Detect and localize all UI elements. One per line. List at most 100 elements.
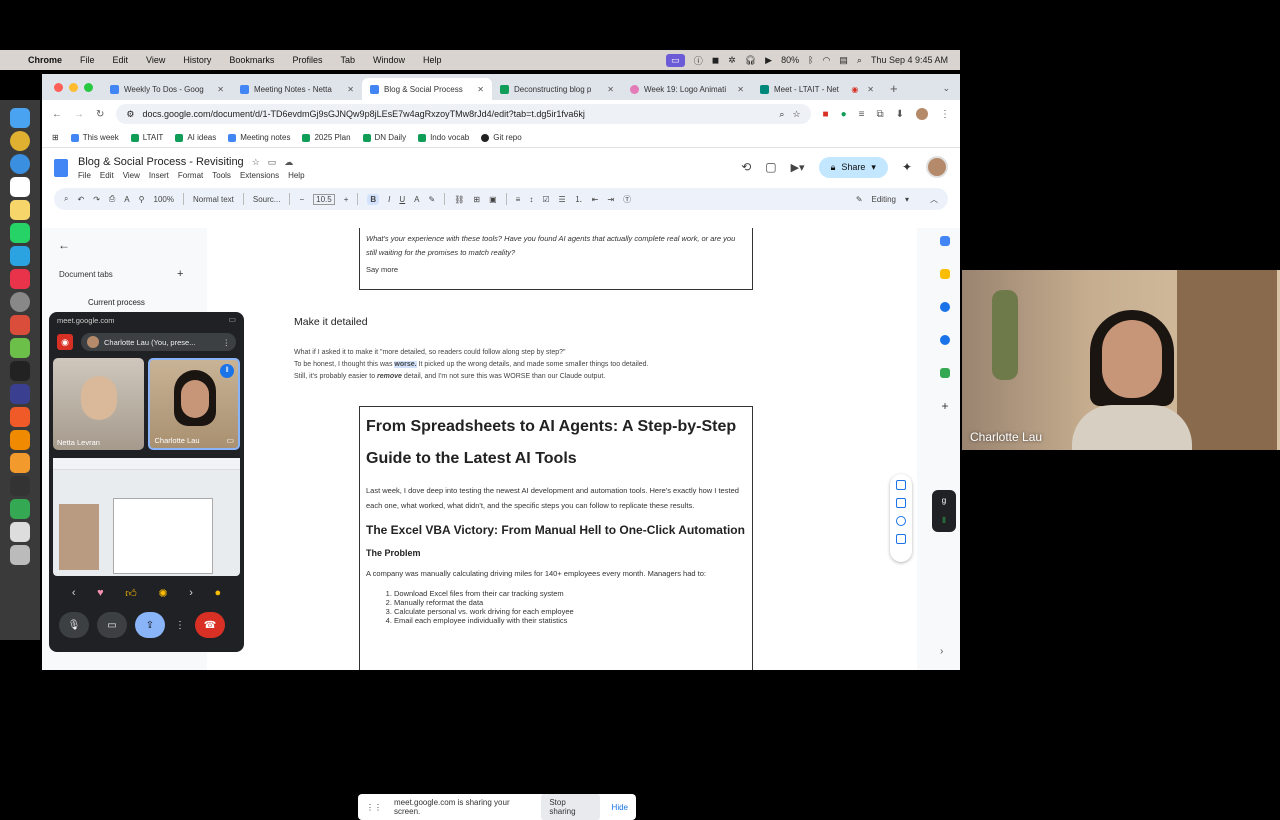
menu-tab[interactable]: Tab bbox=[340, 55, 355, 65]
bookmark-item[interactable]: AI ideas bbox=[175, 133, 216, 142]
scroll-arrow-icon[interactable]: › bbox=[940, 646, 943, 657]
browser-tab[interactable]: Week 19: Logo Animati ✕ bbox=[622, 78, 752, 100]
docs-menu-extensions[interactable]: Extensions bbox=[240, 171, 279, 180]
text-color-icon[interactable]: A bbox=[414, 195, 419, 204]
back-icon[interactable]: ← bbox=[52, 109, 62, 120]
spellcheck-icon[interactable]: A bbox=[124, 195, 129, 204]
recording-icon[interactable]: ◉ bbox=[57, 334, 73, 350]
dock-safari-icon[interactable] bbox=[10, 154, 30, 174]
info-icon[interactable]: ⓘ bbox=[694, 54, 703, 67]
dock-app-icon-2[interactable] bbox=[10, 338, 30, 358]
zoom-icon[interactable]: ⌕ bbox=[779, 109, 784, 120]
style-select[interactable]: Normal text bbox=[193, 195, 234, 204]
headphones-icon[interactable]: 🎧︎ bbox=[745, 55, 756, 66]
contacts-icon[interactable] bbox=[940, 335, 950, 345]
reload-icon[interactable]: ↻ bbox=[96, 109, 104, 120]
more-menu-icon[interactable]: ⋮ bbox=[940, 109, 950, 120]
new-tab-button[interactable]: + bbox=[882, 81, 906, 100]
gemini-edit-icon[interactable] bbox=[896, 480, 906, 490]
line-spacing-icon[interactable]: ↕ bbox=[529, 195, 533, 204]
meet-call-icon[interactable]: ▶▾ bbox=[791, 161, 805, 174]
close-window-button[interactable] bbox=[54, 83, 63, 92]
drag-handle-icon[interactable]: ⋮⋮ bbox=[366, 803, 382, 812]
forward-icon[interactable]: → bbox=[74, 109, 84, 120]
menu-profiles[interactable]: Profiles bbox=[292, 55, 322, 65]
tab-search-icon[interactable]: ⌄ bbox=[932, 83, 960, 100]
zoom-select[interactable]: 100% bbox=[154, 195, 174, 204]
add-comment-icon[interactable]: ⊞ bbox=[473, 195, 480, 204]
heart-reaction-icon[interactable]: ♥ bbox=[97, 587, 104, 599]
star-icon[interactable]: ☆ bbox=[252, 157, 260, 168]
search-icon[interactable]: ⌕ bbox=[857, 55, 862, 66]
leave-call-button[interactable]: ☎ bbox=[195, 612, 225, 638]
more-options-icon[interactable]: ⋮ bbox=[173, 612, 187, 638]
extension-icon-2[interactable]: ● bbox=[841, 109, 847, 120]
edit-mode-icon[interactable]: ✎ bbox=[856, 195, 863, 204]
back-arrow-icon[interactable]: ← bbox=[58, 238, 70, 252]
docs-menu-format[interactable]: Format bbox=[178, 171, 203, 180]
increase-indent-icon[interactable]: ⇥ bbox=[607, 195, 614, 204]
screen-share-icon[interactable]: ▭ bbox=[666, 53, 685, 67]
close-tab-icon[interactable]: ✕ bbox=[347, 85, 354, 94]
menu-help[interactable]: Help bbox=[423, 55, 442, 65]
wifi-icon[interactable]: ◠ bbox=[823, 55, 831, 66]
dock-whatsapp-icon[interactable] bbox=[10, 223, 30, 243]
chevron-right-icon[interactable]: › bbox=[189, 587, 193, 599]
participant-tile[interactable]: Netta Levran bbox=[53, 358, 145, 450]
camera-button[interactable]: ▭ bbox=[97, 612, 127, 638]
doc-page[interactable]: What's your experience with these tools?… bbox=[207, 228, 917, 670]
docs-menu-edit[interactable]: Edit bbox=[100, 171, 114, 180]
profile-avatar-icon[interactable] bbox=[916, 108, 928, 120]
dock-news-icon[interactable] bbox=[10, 269, 30, 289]
highlight-icon[interactable]: ✎ bbox=[429, 195, 436, 204]
link-icon[interactable]: ⛓ bbox=[454, 195, 464, 204]
dock-app-icon-3[interactable] bbox=[10, 361, 30, 381]
dock-drive-icon[interactable] bbox=[10, 499, 30, 519]
bookmark-item[interactable]: Meeting notes bbox=[228, 133, 290, 142]
browser-tab[interactable]: Meet - LTAIT - Net ◉ ✕ bbox=[752, 78, 882, 100]
menu-edit[interactable]: Edit bbox=[113, 55, 129, 65]
clear-format-icon[interactable]: Ⓣ bbox=[623, 194, 631, 205]
close-tab-icon[interactable]: ✕ bbox=[477, 85, 484, 94]
zoom-window-button[interactable] bbox=[84, 83, 93, 92]
insert-image-icon[interactable]: ▣ bbox=[489, 195, 497, 204]
shared-screen-preview[interactable] bbox=[53, 458, 240, 576]
hide-button[interactable]: Hide bbox=[612, 803, 628, 812]
bookmark-item[interactable]: Indo vocab bbox=[418, 133, 469, 142]
dock-settings-icon[interactable] bbox=[10, 292, 30, 312]
site-info-icon[interactable]: ⚙ bbox=[126, 109, 134, 120]
close-tab-icon[interactable]: ✕ bbox=[607, 85, 614, 94]
collapse-toolbar-icon[interactable]: ︿ bbox=[930, 194, 938, 205]
add-comment-icon[interactable] bbox=[896, 498, 906, 508]
url-bar[interactable]: ⚙ docs.google.com/document/d/1-TD6evdmGj… bbox=[116, 104, 811, 124]
play-icon[interactable]: ▶ bbox=[765, 55, 772, 66]
docs-menu-tools[interactable]: Tools bbox=[212, 171, 231, 180]
undo-icon[interactable]: ↶ bbox=[77, 195, 84, 204]
menu-app[interactable]: Chrome bbox=[28, 55, 62, 65]
dock-notes-icon[interactable] bbox=[10, 200, 30, 220]
more-icon[interactable]: ⋮ bbox=[223, 338, 231, 347]
chevron-down-icon[interactable]: ▾ bbox=[871, 162, 876, 173]
bookmark-item[interactable]: DN Daily bbox=[362, 133, 406, 142]
docs-menu-help[interactable]: Help bbox=[288, 171, 304, 180]
dock-app-icon[interactable] bbox=[10, 315, 30, 335]
browser-tab[interactable]: Deconstructing blog p ✕ bbox=[492, 78, 622, 100]
history-icon[interactable]: ⟲ bbox=[741, 160, 751, 174]
menu-view[interactable]: View bbox=[146, 55, 165, 65]
share-button[interactable]: 🔒︎ Share ▾ bbox=[818, 156, 888, 178]
close-tab-icon[interactable]: ✕ bbox=[217, 85, 224, 94]
tasks-icon[interactable] bbox=[940, 302, 950, 312]
meet-mini-widget[interactable]: g ⦀ bbox=[932, 490, 956, 532]
avatar[interactable] bbox=[926, 156, 948, 178]
font-select[interactable]: Sourc... bbox=[253, 195, 281, 204]
font-size-input[interactable]: 10.5 bbox=[313, 193, 335, 205]
extensions-icon[interactable]: ⧉ bbox=[876, 109, 883, 120]
decrease-font-icon[interactable]: − bbox=[299, 195, 304, 204]
dock-app-icon-6[interactable] bbox=[10, 453, 30, 473]
browser-tab[interactable]: Meeting Notes - Netta ✕ bbox=[232, 78, 362, 100]
paint-format-icon[interactable]: ⚲ bbox=[139, 195, 145, 204]
move-folder-icon[interactable]: ▭ bbox=[268, 157, 277, 168]
suggest-edit-icon[interactable] bbox=[896, 534, 906, 544]
dock-vlc-icon[interactable] bbox=[10, 430, 30, 450]
bookmark-item[interactable]: LTAIT bbox=[130, 133, 163, 142]
